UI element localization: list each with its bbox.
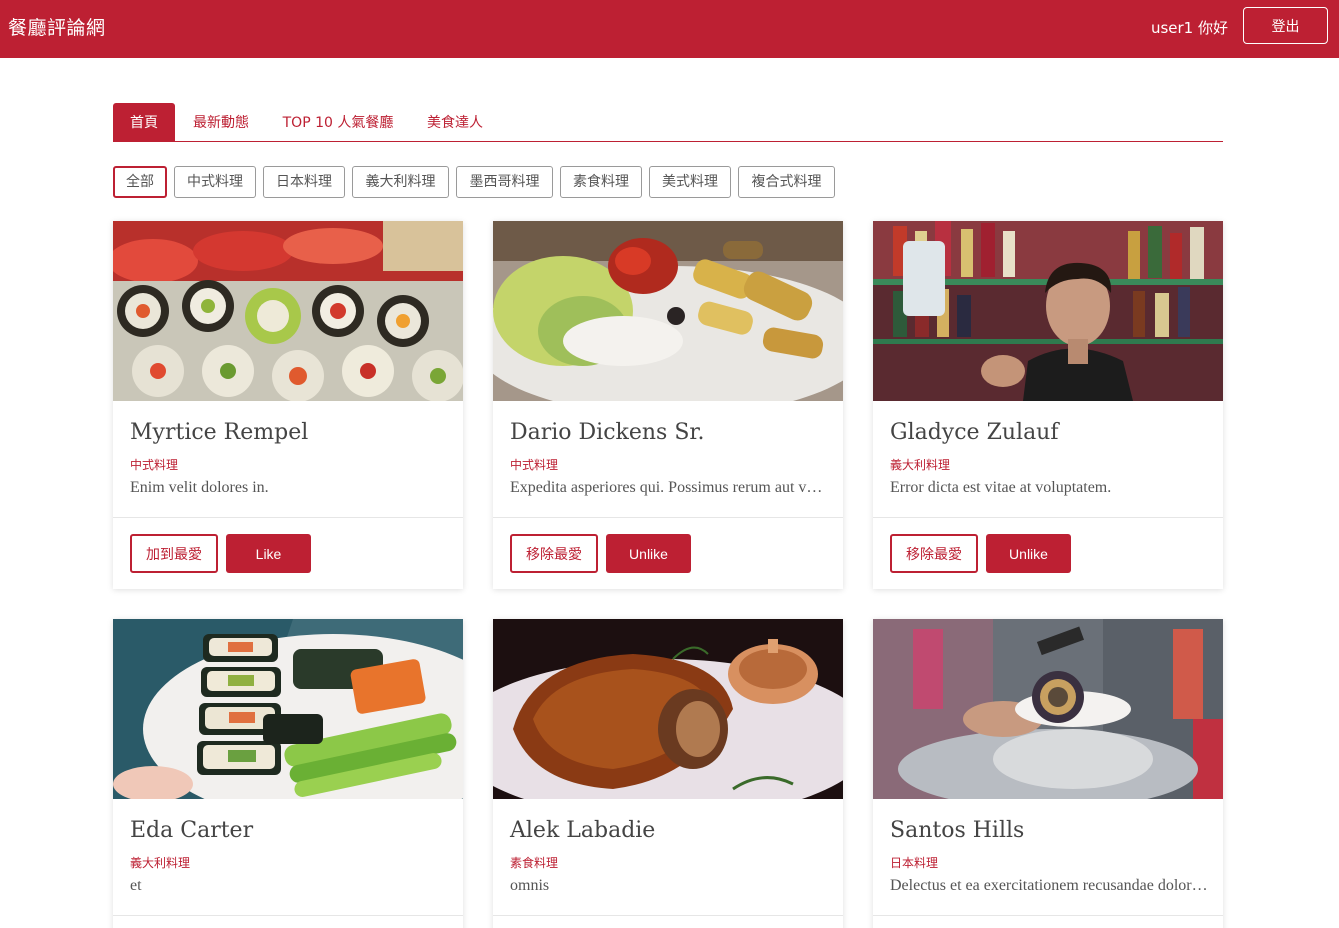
restaurant-card: Gladyce Zulauf 義大利料理 Error dicta est vit…	[873, 221, 1223, 589]
restaurant-card: Alek Labadie 素食料理 omnis	[493, 619, 843, 928]
restaurant-category: 中式料理	[510, 458, 559, 472]
tab-latest-feeds[interactable]: 最新動態	[179, 103, 263, 141]
restaurant-photo[interactable]	[873, 619, 1223, 799]
restaurant-category: 中式料理	[130, 458, 179, 472]
card-divider	[873, 517, 1223, 518]
filter-fusion[interactable]: 複合式料理	[738, 166, 835, 198]
site-brand[interactable]: 餐廳評論網	[8, 13, 106, 40]
remove-favorite-button[interactable]: 移除最愛	[510, 534, 598, 573]
restaurant-description: omnis	[510, 877, 550, 894]
add-favorite-button[interactable]: 加到最愛	[130, 534, 218, 573]
restaurant-description: Delectus et ea exercitationem recusandae…	[890, 877, 1208, 894]
tab-foodie-experts[interactable]: 美食達人	[413, 103, 497, 141]
tab-top10-restaurants[interactable]: TOP 10 人氣餐廳	[273, 103, 403, 141]
main-tabs: 首頁 最新動態 TOP 10 人氣餐廳 美食達人	[113, 103, 1223, 142]
user-greeting: user1 你好	[1150, 19, 1228, 37]
card-divider	[113, 517, 463, 518]
restaurant-description: Enim velit dolores in.	[130, 479, 269, 496]
restaurant-name[interactable]: Dario Dickens Sr.	[510, 420, 705, 445]
restaurant-card: Dario Dickens Sr. 中式料理 Expedita asperior…	[493, 221, 843, 589]
restaurant-card: Santos Hills 日本料理 Delectus et ea exercit…	[873, 619, 1223, 928]
like-button[interactable]: Like	[226, 534, 311, 573]
restaurant-description: Error dicta est vitae at voluptatem.	[890, 479, 1112, 496]
restaurant-category: 義大利料理	[130, 856, 191, 870]
restaurant-name[interactable]: Alek Labadie	[510, 818, 655, 843]
restaurant-description: et	[130, 877, 142, 894]
filter-american[interactable]: 美式料理	[649, 166, 731, 198]
restaurant-name[interactable]: Gladyce Zulauf	[890, 420, 1059, 445]
filter-chinese[interactable]: 中式料理	[174, 166, 256, 198]
restaurant-card: Eda Carter 義大利料理 et	[113, 619, 463, 928]
restaurant-name[interactable]: Myrtice Rempel	[130, 420, 308, 445]
filter-all[interactable]: 全部	[113, 166, 167, 198]
logout-button[interactable]: 登出	[1243, 7, 1328, 44]
card-divider	[493, 517, 843, 518]
remove-favorite-button[interactable]: 移除最愛	[890, 534, 978, 573]
restaurant-photo[interactable]	[873, 221, 1223, 401]
restaurant-description: Expedita asperiores qui. Possimus rerum …	[510, 479, 828, 496]
filter-mexican[interactable]: 墨西哥料理	[456, 166, 553, 198]
card-divider	[113, 915, 463, 916]
restaurant-photo[interactable]	[493, 619, 843, 799]
restaurant-photo[interactable]	[113, 619, 463, 799]
filter-vegetarian[interactable]: 素食料理	[560, 166, 642, 198]
restaurant-category: 日本料理	[890, 856, 939, 870]
restaurant-photo[interactable]	[493, 221, 843, 401]
restaurant-name[interactable]: Eda Carter	[130, 818, 253, 843]
top-navbar: 餐廳評論網 user1 你好 登出	[0, 0, 1339, 58]
unlike-button[interactable]: Unlike	[986, 534, 1071, 573]
restaurant-category: 素食料理	[510, 856, 559, 870]
card-divider	[873, 915, 1223, 916]
unlike-button[interactable]: Unlike	[606, 534, 691, 573]
tab-home[interactable]: 首頁	[113, 103, 175, 141]
filter-japanese[interactable]: 日本料理	[263, 166, 345, 198]
restaurant-photo[interactable]	[113, 221, 463, 401]
restaurant-card: Myrtice Rempel 中式料理 Enim velit dolores i…	[113, 221, 463, 589]
restaurant-category: 義大利料理	[890, 458, 951, 472]
restaurant-name[interactable]: Santos Hills	[890, 818, 1024, 843]
filter-italian[interactable]: 義大利料理	[352, 166, 449, 198]
card-divider	[493, 915, 843, 916]
